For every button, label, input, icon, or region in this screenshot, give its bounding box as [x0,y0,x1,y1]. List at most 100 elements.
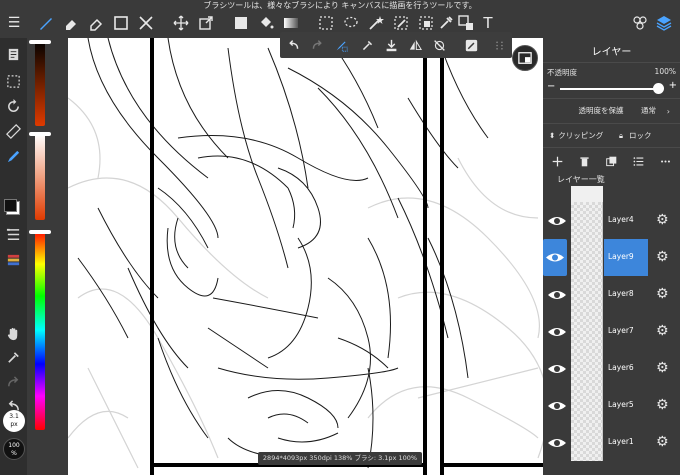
text-tool-icon[interactable]: T [478,13,498,33]
layer-row-layer9[interactable]: Layer9 ⚙ [543,239,680,276]
pages-icon[interactable] [3,44,24,65]
clipping-button[interactable]: ⬍ クリッピング [549,129,603,143]
scissors-icon[interactable] [136,13,156,33]
eyedropper-icon[interactable] [436,13,456,33]
fill-tool-icon[interactable] [231,13,251,33]
gradient-tool-icon[interactable] [281,13,301,33]
brightness-knob[interactable] [29,40,51,44]
gear-icon[interactable]: ⚙ [656,212,672,228]
selection-icon[interactable] [3,71,24,92]
magic-wand-icon[interactable] [366,13,386,33]
undo-icon[interactable] [284,36,302,54]
opacity-label: 不透明度 [547,68,577,77]
panel-toggle-button[interactable] [512,45,538,71]
select-eraser-icon[interactable] [416,13,436,33]
canvas-status: 2894*4093px 350dpi 138% ブラシ: 3.1px 100% [258,452,422,465]
hand-icon[interactable] [3,323,24,344]
import-icon[interactable] [382,36,400,54]
visibility-eye-icon[interactable] [547,433,567,453]
brightness-slider[interactable] [35,40,45,126]
brush-subtoolbar [280,32,512,58]
layer-thumbnail [571,202,603,239]
eyedropper-side-icon[interactable] [3,347,24,368]
opacity-slider-thumb[interactable] [653,83,664,94]
foreground-color-swatch[interactable] [4,199,17,212]
snap-off-icon[interactable] [430,36,448,54]
transform-tool-icon[interactable] [196,13,216,33]
gear-icon[interactable]: ⚙ [656,323,672,339]
opacity-plus-button[interactable]: + [669,80,677,91]
visibility-eye-icon[interactable] [547,285,567,305]
visibility-eye-icon[interactable] [547,211,567,231]
gear-icon[interactable]: ⚙ [656,249,672,265]
layer-row-layer8[interactable]: Layer8 ⚙ [543,276,680,313]
gear-icon[interactable]: ⚙ [656,286,672,302]
protect-alpha-button[interactable]: 透明度を保護 [553,103,649,119]
opacity-slider[interactable] [560,88,662,90]
menu-icon[interactable]: ☰ [4,13,24,33]
eyedropper-sub-icon[interactable] [358,36,376,54]
move-tool-icon[interactable] [171,13,191,33]
gear-icon[interactable]: ⚙ [656,434,672,450]
select-rect-icon[interactable] [316,13,336,33]
lasso-tool-icon[interactable] [341,13,361,33]
brush-size-button[interactable]: 3.1 px [3,410,25,432]
color-sliders [27,38,68,475]
layer-thumbnail [571,313,603,350]
layer-name: Layer8 [608,289,634,298]
more-options-icon[interactable] [657,153,673,169]
visibility-eye-icon[interactable] [547,396,567,416]
pen-icon[interactable] [3,146,24,167]
opacity-minus-button[interactable]: − [547,81,555,92]
layer-panel: レイヤー 不透明度 100% − + 透明度を保護 通常 › ⬍ クリッピング 🔒… [543,38,680,475]
gear-icon[interactable]: ⚙ [656,360,672,376]
drawing-canvas[interactable] [68,38,543,475]
gear-icon[interactable]: ⚙ [656,397,672,413]
layer-thumbnail [571,387,603,424]
rotate-icon[interactable] [3,96,24,117]
redo-icon[interactable] [308,36,326,54]
frame-tool-icon[interactable] [456,13,476,33]
visibility-eye-icon[interactable] [547,322,567,342]
layer-row-layer7[interactable]: Layer7 ⚙ [543,313,680,350]
add-layer-icon[interactable] [549,153,565,169]
layer-name: Layer5 [608,400,634,409]
lock-button[interactable]: 🔒︎ ロック [619,129,652,143]
saturation-slider[interactable] [35,134,45,220]
brush-opacity-button[interactable]: 100 % [3,438,25,460]
delete-layer-icon[interactable] [576,153,592,169]
visibility-eye-icon[interactable] [547,359,567,379]
brush-tool-icon[interactable] [36,13,56,33]
saturation-knob[interactable] [29,132,51,136]
layers-icon[interactable] [654,13,674,33]
tool-hint: ブラシツールは、様々なブラシにより キャンバスに描画を行うツールです。 [203,1,477,10]
hue-slider[interactable] [35,230,45,430]
blend-mode-button[interactable]: 通常 [641,103,656,119]
eraser-tool-icon[interactable] [61,13,81,33]
blur-eraser-icon[interactable] [86,13,106,33]
layer-row-layer4[interactable]: Layer4 ⚙ [543,202,680,239]
palette-icon[interactable] [3,250,24,271]
layer-name: Layer1 [608,437,634,446]
material-icon[interactable] [630,13,650,33]
divider [543,98,680,99]
bucket-tool-icon[interactable] [256,13,276,33]
grip-icon[interactable] [490,36,508,54]
brush-list-icon[interactable] [3,224,24,245]
layer-thumbnail [571,424,603,461]
shape-tool-icon[interactable] [111,13,131,33]
layer-row-layer5[interactable]: Layer5 ⚙ [543,387,680,424]
redo-side-icon[interactable] [3,372,24,393]
flip-icon[interactable] [406,36,424,54]
edit-icon[interactable] [462,36,480,54]
brush-settings-icon[interactable] [332,36,350,54]
layer-row-layer6[interactable]: Layer6 ⚙ [543,350,680,387]
hue-knob[interactable] [29,230,51,234]
duplicate-layer-icon[interactable] [603,153,619,169]
select-pen-icon[interactable] [391,13,411,33]
ruler-icon[interactable] [3,121,24,142]
layer-row-layer1[interactable]: Layer1 ⚙ [543,424,680,461]
visibility-eye-icon[interactable] [543,239,567,276]
layer-properties-icon[interactable] [630,153,646,169]
layer-panel-title: レイヤー [591,47,632,58]
